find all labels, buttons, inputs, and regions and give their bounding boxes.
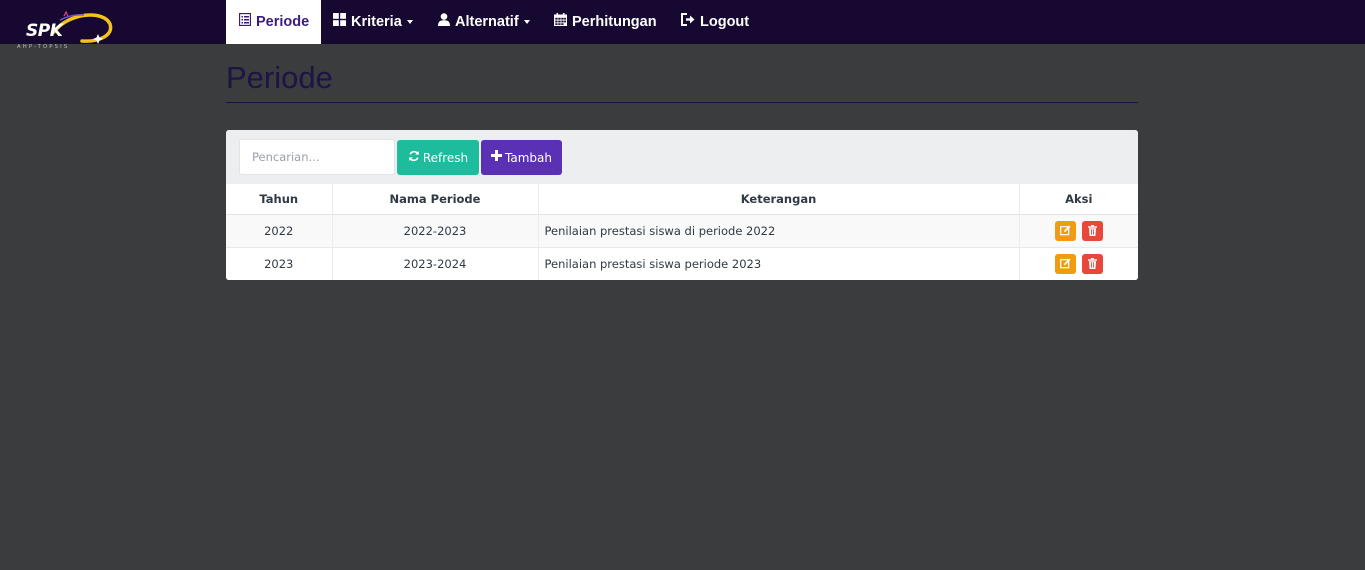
nav-label-periode: Periode: [256, 14, 310, 30]
th-large-icon: [333, 2, 346, 42]
page-title: Periode: [226, 60, 333, 95]
col-header-nama-periode[interactable]: Nama Periode: [331, 184, 538, 215]
user-icon: [438, 2, 450, 42]
top-navbar: SPK AHP-TOPSIS Periode Kriteria Alternat…: [0, 0, 1365, 50]
table-row: 2023 2023-2024 Penilaian prestasi siswa …: [226, 246, 1138, 280]
chevron-down-icon: [523, 20, 530, 24]
edit-icon: [1060, 258, 1071, 269]
delete-button[interactable]: [1081, 220, 1103, 241]
delete-button[interactable]: [1081, 253, 1103, 274]
brand-logo[interactable]: SPK AHP-TOPSIS: [14, 8, 114, 52]
table-header-row: Tahun Nama Periode Keterangan Aksi: [226, 184, 1138, 215]
nav-label-kriteria: Kriteria: [351, 14, 402, 30]
add-label: Tambah: [505, 150, 552, 165]
list-alt-icon: [238, 2, 252, 42]
nav-item-alternatif[interactable]: Alternatif: [438, 0, 530, 44]
col-header-keterangan[interactable]: Keterangan: [537, 184, 1019, 215]
cell-keterangan: Penilaian prestasi siswa di periode 2022: [537, 213, 1019, 247]
nav-label-alternatif: Alternatif: [455, 14, 519, 30]
cell-tahun: 2023: [226, 246, 332, 280]
cell-aksi: [1018, 246, 1138, 280]
chevron-down-icon: [406, 20, 413, 24]
refresh-label: Refresh: [422, 150, 469, 165]
add-button[interactable]: Tambah: [481, 140, 562, 175]
cell-nama-periode: 2022-2023: [331, 213, 538, 247]
nav-item-periode[interactable]: Periode: [226, 0, 321, 44]
refresh-icon: [408, 150, 420, 166]
nav-item-kriteria[interactable]: Kriteria: [333, 0, 413, 44]
search-input[interactable]: [239, 139, 395, 175]
edit-button[interactable]: [1054, 220, 1076, 241]
col-header-tahun[interactable]: Tahun: [226, 184, 332, 215]
logo-text: SPK: [26, 21, 63, 41]
cell-keterangan: Penilaian prestasi siswa periode 2023: [537, 246, 1019, 280]
panel-toolbar: Refresh Tambah: [226, 130, 1138, 184]
title-divider: [226, 102, 1138, 103]
table-row: 2022 2022-2023 Penilaian prestasi siswa …: [226, 213, 1138, 247]
nav-label-perhitungan: Perhitungan: [572, 14, 657, 30]
periode-panel: Refresh Tambah Tahun Nama Periode Ketera…: [226, 130, 1138, 280]
trash-icon: [1087, 224, 1097, 236]
nav-label-logout: Logout: [700, 14, 750, 30]
edit-button[interactable]: [1054, 253, 1076, 274]
calendar-icon: [554, 2, 567, 42]
refresh-button[interactable]: Refresh: [397, 140, 479, 175]
logo-subtitle: AHP-TOPSIS: [17, 44, 70, 50]
log-out-icon: [681, 2, 695, 42]
trash-icon: [1087, 257, 1097, 269]
cell-nama-periode: 2023-2024: [331, 246, 538, 280]
cell-tahun: 2022: [226, 213, 332, 247]
plus-icon: [491, 150, 503, 165]
periode-table: Tahun Nama Periode Keterangan Aksi 2022 …: [226, 184, 1138, 280]
edit-icon: [1060, 225, 1071, 235]
col-header-aksi: Aksi: [1018, 184, 1138, 215]
nav-item-logout[interactable]: Logout: [681, 0, 749, 44]
nav-item-perhitungan[interactable]: Perhitungan: [554, 0, 657, 44]
cell-aksi: [1018, 213, 1138, 247]
